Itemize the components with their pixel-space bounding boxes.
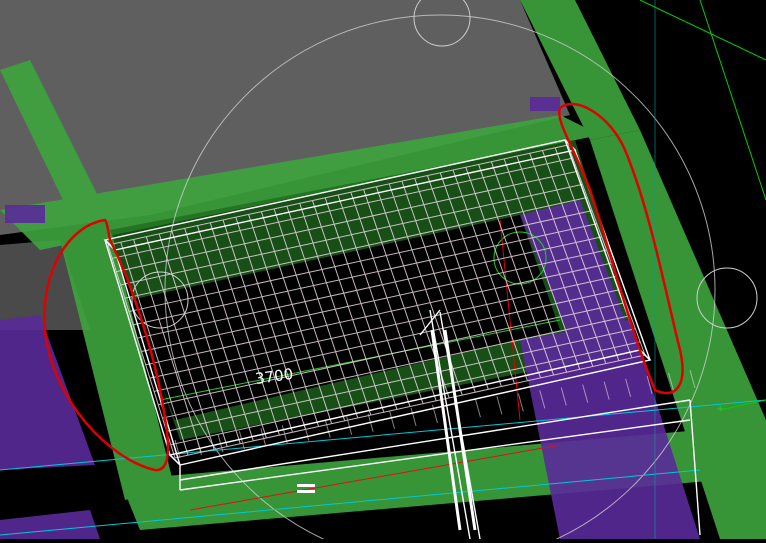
cad-3d-viewport[interactable]: 3700 + — [0, 0, 766, 543]
small-label-mark-2 — [297, 490, 315, 493]
grid-marker-icon: + — [716, 404, 724, 415]
small-label-mark — [297, 484, 315, 487]
